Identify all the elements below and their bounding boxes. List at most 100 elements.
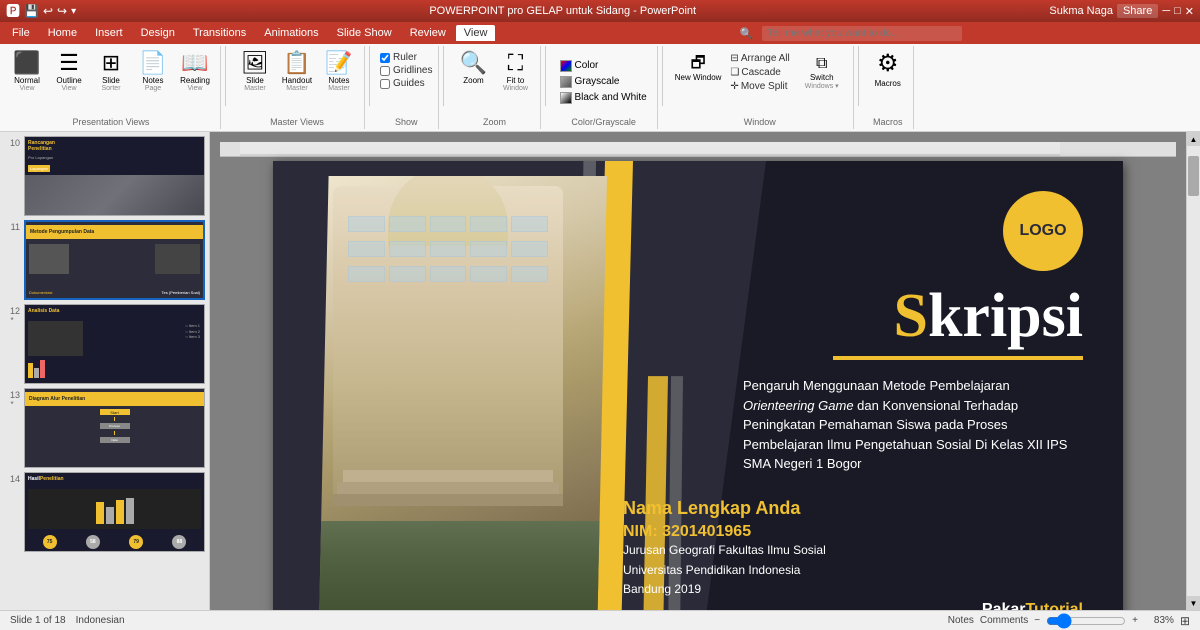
- master-views-label: Master Views: [270, 117, 324, 127]
- menu-file[interactable]: File: [4, 25, 38, 41]
- cascade-button[interactable]: ❑ Cascade: [727, 66, 792, 79]
- title-bar-left: 🅿 💾 ↩ ↪ ▾: [6, 1, 76, 21]
- slide-thumb-10[interactable]: RancanganPenelitian Pro Lapangan Lapanga…: [24, 136, 205, 216]
- menu-animations[interactable]: Animations: [256, 25, 326, 41]
- slide-master-button[interactable]: 🖼 Slide Master: [236, 48, 274, 94]
- notes-master-button[interactable]: 📝 Notes Master: [320, 48, 358, 94]
- slide-thumb-13[interactable]: Diagram Alur Penelitian Start Process Da…: [24, 388, 205, 468]
- slide-item-12[interactable]: 12 * Analisis Data ○ Item 1 ○ Item 2 ○ I…: [4, 304, 205, 384]
- slide-thumb-11[interactable]: Metode Pengumpulan Data Dokumentasi Tes …: [24, 220, 205, 300]
- ribbon: ⬛ Normal View ☰ Outline View ⊞ Slide Sor…: [0, 44, 1200, 132]
- university-info: Jurusan Geografi Fakultas Ilmu Sosial Un…: [623, 541, 826, 599]
- menu-slideshow[interactable]: Slide Show: [329, 25, 400, 41]
- slide-item-14[interactable]: 14 HasilPenelitian 75 58: [4, 472, 205, 552]
- new-window-label: New Window: [675, 73, 722, 82]
- right-scrollbar[interactable]: ▲ ▼: [1186, 132, 1200, 610]
- reading-view-button[interactable]: 📖 Reading View: [176, 48, 214, 94]
- normal-view-button[interactable]: ⬛ Normal View: [8, 48, 46, 94]
- menu-home[interactable]: Home: [40, 25, 85, 41]
- handout-master-button[interactable]: 📋 Handout Master: [278, 48, 316, 94]
- menu-view[interactable]: View: [456, 25, 496, 41]
- author-nim: NIM: 3201401965: [623, 523, 751, 541]
- handout-label1: Handout: [282, 76, 312, 85]
- menu-review[interactable]: Review: [402, 25, 454, 41]
- logo-text: LOGO: [1019, 222, 1066, 240]
- brand-left: Pakar: [982, 601, 1026, 610]
- guides-check[interactable]: [380, 79, 390, 89]
- ruler-check[interactable]: [380, 53, 390, 63]
- menu-transitions[interactable]: Transitions: [185, 25, 254, 41]
- status-left: Slide 1 of 18 Indonesian: [10, 615, 125, 626]
- slides-panel[interactable]: 10 RancanganPenelitian Pro Lapangan Lapa…: [0, 132, 210, 610]
- zoom-slider[interactable]: [1046, 615, 1126, 627]
- thumb-header-10: RancanganPenelitian: [28, 140, 55, 152]
- arrange-icon: ⊟: [730, 53, 738, 64]
- move-split-button[interactable]: ✛ Move Split: [727, 80, 792, 93]
- title-bar: 🅿 💾 ↩ ↪ ▾ POWERPOINT pro GELAP untuk Sid…: [0, 0, 1200, 22]
- redo-icon[interactable]: ↪: [57, 4, 67, 18]
- black-white-button[interactable]: Black and White: [556, 91, 650, 105]
- menu-insert[interactable]: Insert: [87, 25, 131, 41]
- grayscale-label: Grayscale: [574, 76, 619, 87]
- scroll-down-button[interactable]: ▼: [1187, 596, 1200, 610]
- fit-slide-icon[interactable]: ⊞: [1180, 614, 1190, 628]
- switch-windows-button[interactable]: ⧉ Switch Windows ▾: [797, 52, 847, 93]
- maximize-button[interactable]: □: [1174, 5, 1181, 17]
- fit-label2: Window: [503, 85, 528, 92]
- slide-sorter-label: Slide: [102, 76, 120, 85]
- fit-to-window-button[interactable]: ⛶ Fit to Window: [496, 48, 534, 94]
- slide-info: Slide 1 of 18: [10, 615, 66, 626]
- zoom-in-icon[interactable]: +: [1132, 615, 1138, 626]
- slide-item-13[interactable]: 13 * Diagram Alur Penelitian Start Proce…: [4, 388, 205, 468]
- slide-item-10[interactable]: 10 RancanganPenelitian Pro Lapangan Lapa…: [4, 136, 205, 216]
- slide-thumb-14[interactable]: HasilPenelitian 75 58 79 88: [24, 472, 205, 552]
- zoom-button[interactable]: 🔍 Zoom: [454, 48, 492, 87]
- close-button[interactable]: ✕: [1185, 5, 1194, 18]
- menu-design[interactable]: Design: [133, 25, 183, 41]
- notes-page-button[interactable]: 📄 Notes Page: [134, 48, 172, 94]
- macros-label: Macros: [873, 117, 903, 127]
- slide-sorter-button[interactable]: ⊞ Slide Sorter: [92, 48, 130, 94]
- move-split-label: Move Split: [741, 81, 788, 92]
- comments-button[interactable]: Comments: [980, 615, 1028, 626]
- user-name[interactable]: Sukma Naga: [1049, 5, 1113, 17]
- new-window-button[interactable]: 🗗 New Window: [673, 52, 724, 93]
- customize-icon[interactable]: ▾: [71, 6, 76, 17]
- switch-label1: Switch: [810, 73, 834, 82]
- slide-item-11[interactable]: 11 Metode Pengumpulan Data Dokumentasi T…: [4, 220, 205, 300]
- reading-sublabel: View: [187, 85, 202, 92]
- minimize-button[interactable]: ─: [1162, 5, 1170, 17]
- slide-sorter-icon: ⊞: [102, 50, 120, 76]
- scroll-thumb[interactable]: [1188, 156, 1199, 196]
- notes-button[interactable]: Notes: [948, 615, 974, 626]
- grayscale-button[interactable]: Grayscale: [556, 75, 623, 89]
- switch-icon: ⧉: [816, 54, 827, 73]
- gridlines-checkbox[interactable]: Gridlines: [380, 65, 432, 76]
- scroll-track[interactable]: [1187, 146, 1200, 596]
- ruler-checkbox[interactable]: Ruler: [380, 52, 432, 63]
- scroll-up-button[interactable]: ▲: [1187, 132, 1200, 146]
- quick-save-icon[interactable]: 💾: [24, 4, 39, 18]
- outline-sublabel: View: [61, 85, 76, 92]
- search-input[interactable]: [762, 26, 962, 41]
- university-line1: Jurusan Geografi Fakultas Ilmu Sosial: [623, 541, 826, 560]
- share-button[interactable]: Share: [1117, 4, 1158, 18]
- ribbon-sep-1: [225, 46, 226, 106]
- notes-page-label: Notes: [143, 76, 164, 85]
- undo-icon[interactable]: ↩: [43, 4, 53, 18]
- zoom-value[interactable]: 83%: [1144, 615, 1174, 626]
- macros-button[interactable]: ⚙ Macros: [869, 48, 907, 90]
- grayscale-swatch: [560, 76, 572, 88]
- slide-master-label1: Slide: [246, 76, 264, 85]
- status-bar: Slide 1 of 18 Indonesian Notes Comments …: [0, 610, 1200, 630]
- outline-view-button[interactable]: ☰ Outline View: [50, 48, 88, 94]
- color-button[interactable]: Color: [556, 59, 602, 73]
- slide-thumb-12[interactable]: Analisis Data ○ Item 1 ○ Item 2 ○ Item 3: [24, 304, 205, 384]
- zoom-out-icon[interactable]: −: [1034, 615, 1040, 626]
- main-slide[interactable]: LOGO Skripsi Pengaruh Menggunaan Metode …: [273, 161, 1123, 610]
- canvas-area[interactable]: // Will be handled by JS below: [210, 132, 1186, 610]
- arrange-all-button[interactable]: ⊟ Arrange All: [727, 52, 792, 65]
- guides-checkbox[interactable]: Guides: [380, 78, 432, 89]
- building-body: [333, 186, 563, 506]
- gridlines-check[interactable]: [380, 66, 390, 76]
